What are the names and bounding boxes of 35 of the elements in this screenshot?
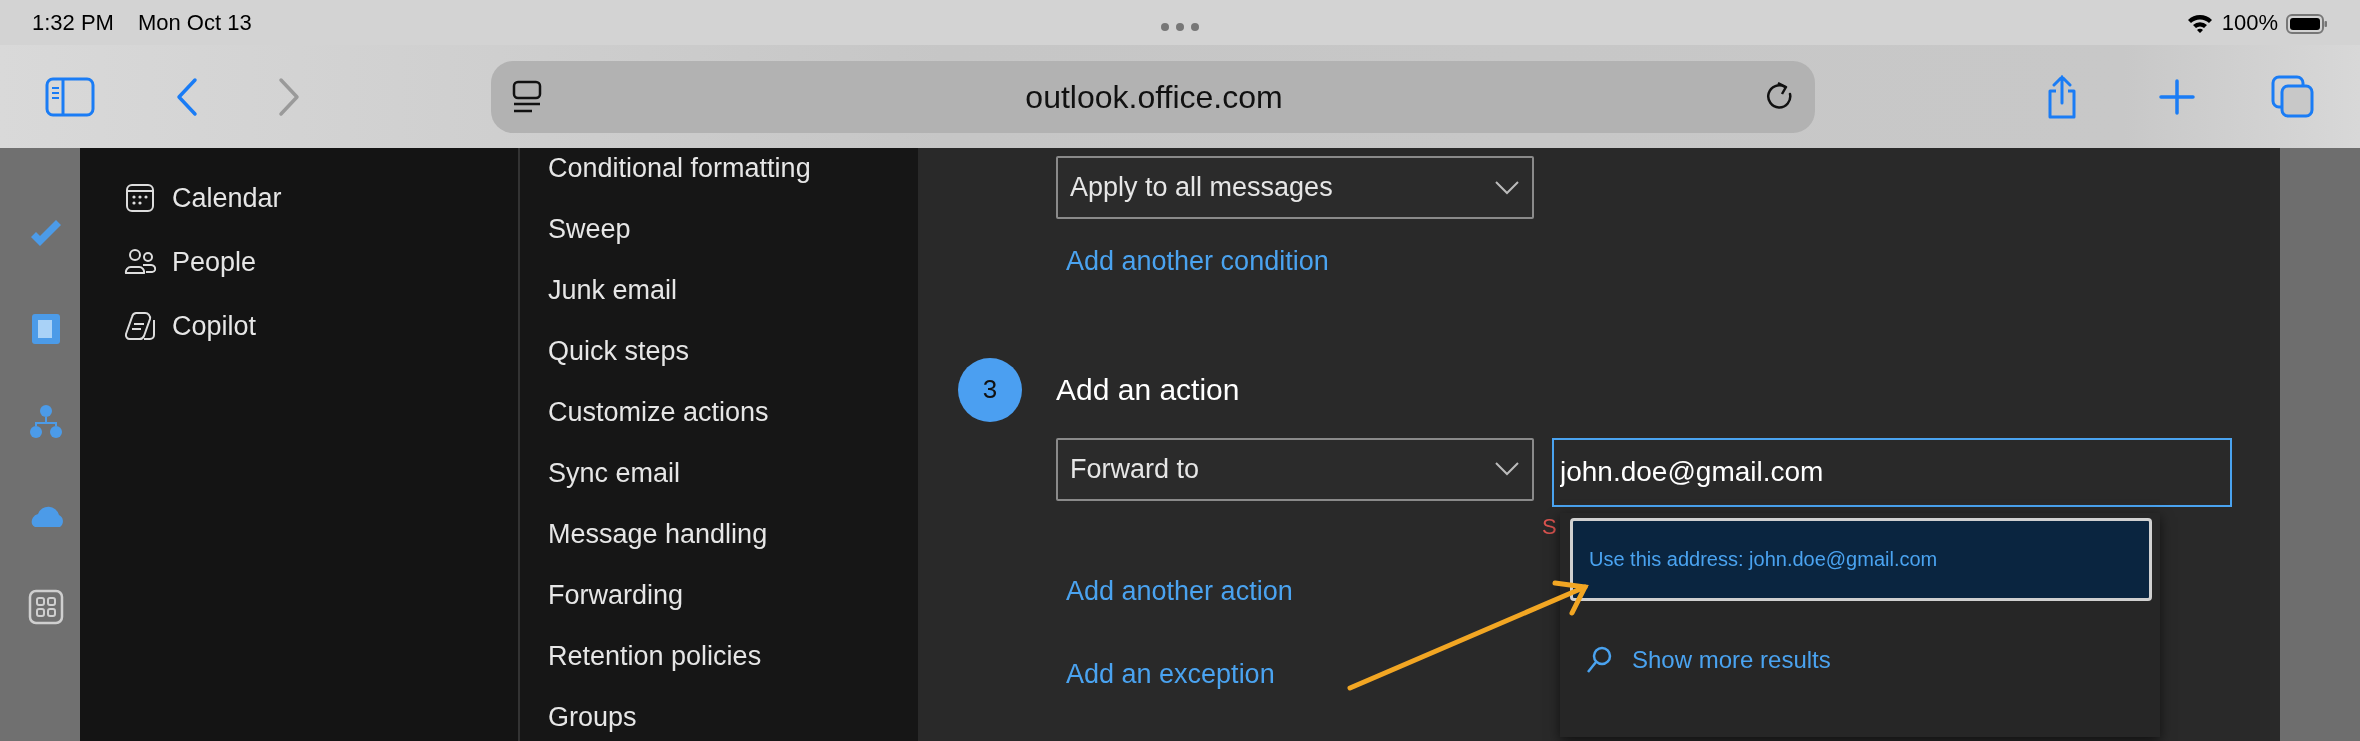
dropdown[interactable]: Forward to <box>1056 437 1534 501</box>
plus-icon[interactable] <box>2159 78 2195 115</box>
back-icon[interactable] <box>175 76 199 117</box>
chevron-down-icon <box>1494 461 1520 477</box>
add-action-link[interactable]: Add another action <box>1066 570 1293 611</box>
url-text: outlook.office.com <box>1024 77 1284 117</box>
email-field[interactable]: john.doe@gmail.com <box>1552 437 2232 507</box>
share-icon[interactable] <box>2047 74 2077 119</box>
chevron-down-icon <box>1494 179 1520 196</box>
sidebar-icon[interactable] <box>45 76 95 117</box>
org-chart-icon[interactable] <box>28 403 64 439</box>
add-condition-link[interactable]: Add another condition <box>1066 241 1329 282</box>
suggestion-item[interactable]: Show more results <box>1570 600 2152 719</box>
battery-icon <box>2286 13 2328 36</box>
reader-icon[interactable] <box>511 79 543 114</box>
status-date: Mon Oct 13 <box>137 9 252 37</box>
error-text: S <box>1542 512 1557 541</box>
apps-grid-icon[interactable] <box>28 589 64 625</box>
tabs-icon[interactable] <box>2271 74 2315 119</box>
step-title: Add an action <box>1056 372 1240 408</box>
nav-item[interactable]: Copilot <box>124 294 518 358</box>
add-exception-link[interactable]: Add an exception <box>1066 654 1275 695</box>
address-bar[interactable]: outlook.office.com <box>491 60 1815 133</box>
dropdown[interactable]: Apply to all messages <box>1056 156 1534 219</box>
copilot-icon <box>124 310 156 342</box>
battery-percent: 100% <box>2221 9 2278 37</box>
nav-item[interactable]: Calendar <box>124 166 518 230</box>
search-icon <box>1586 645 1612 674</box>
status-time: 1:32 PM <box>32 9 114 37</box>
nav-item[interactable]: People <box>124 230 518 294</box>
calendar-icon <box>124 182 156 214</box>
forward-icon[interactable] <box>277 76 301 117</box>
suggestion-item[interactable]: Use this address: john.doe@gmail.com <box>1570 517 2152 601</box>
step-number: 3 <box>958 357 1022 422</box>
multitasking-dots-icon <box>1160 22 1200 33</box>
